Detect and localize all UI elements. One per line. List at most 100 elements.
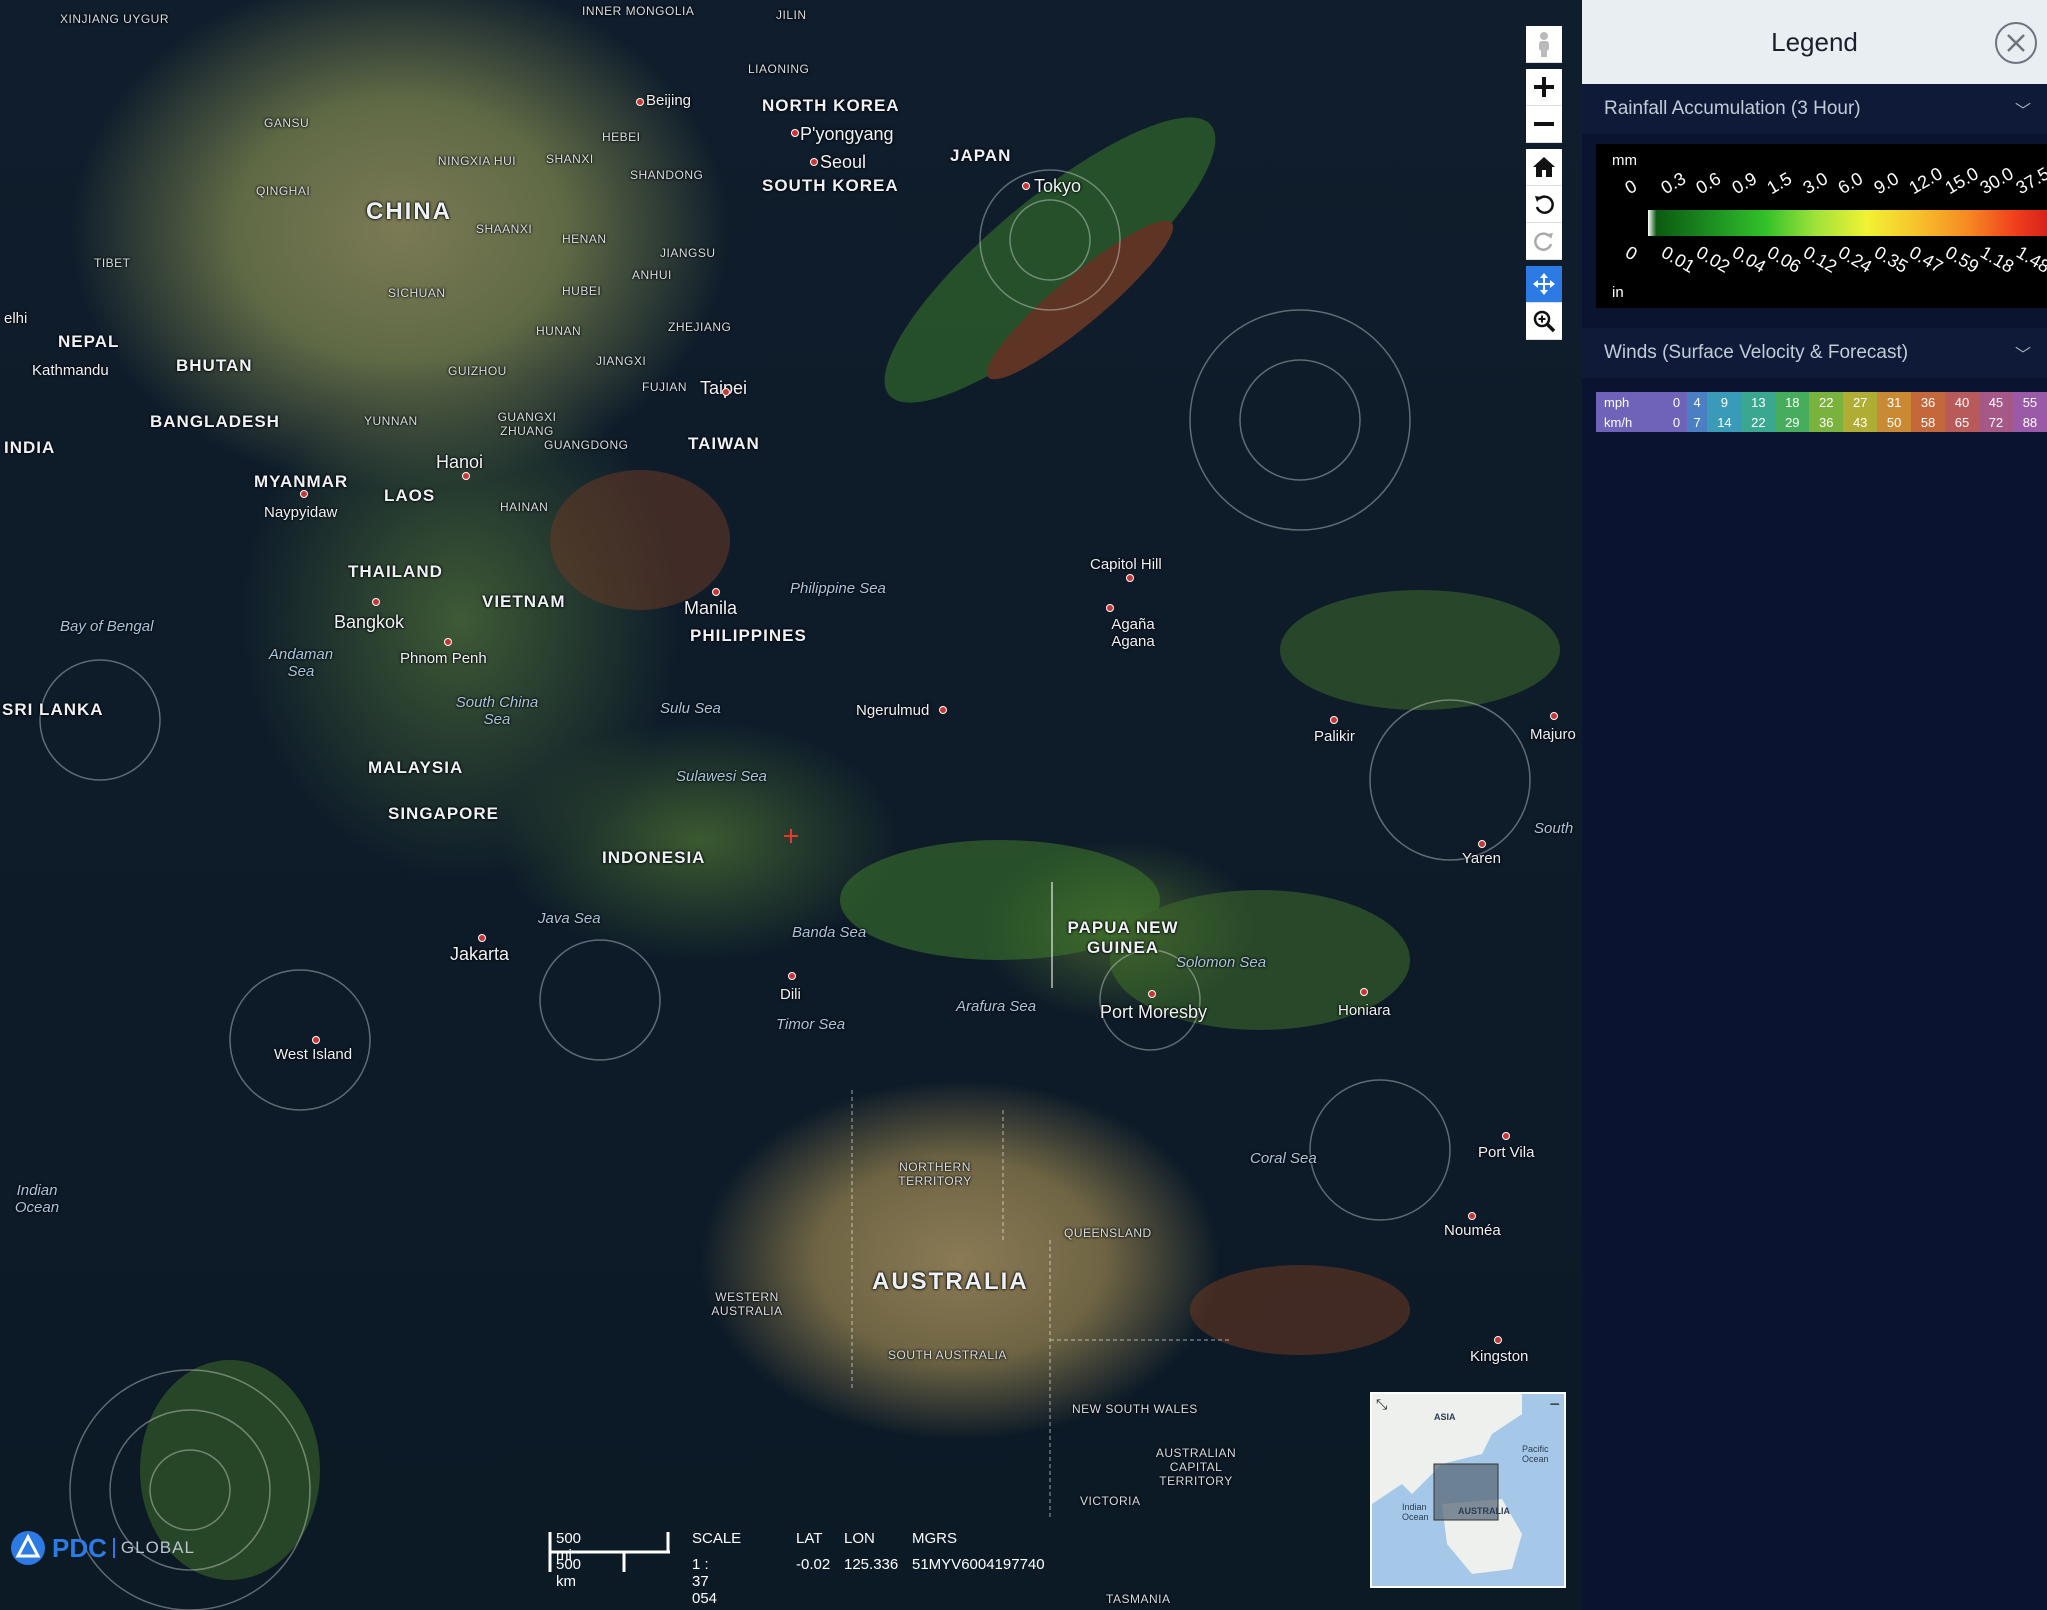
zoom-in-button[interactable] xyxy=(1526,69,1562,106)
countries-label-philippines: PHILIPPINES xyxy=(690,626,807,645)
brand-sub: GLOBAL xyxy=(112,1538,195,1558)
zoom-box-button[interactable] xyxy=(1526,303,1562,340)
crosshair-icon xyxy=(784,829,798,843)
seas-label-sulawesi-sea: Sulawesi Sea xyxy=(676,768,767,785)
lon-label: LON xyxy=(844,1530,875,1547)
wind-legend-table: mph 0 4 9 13 18 22 27 31 36 40 45 55 km/h 0 7 14 22 29 36 4… xyxy=(1596,392,2047,432)
wind-mph-label: mph xyxy=(1596,392,1667,412)
overview-minimap[interactable]: ASIA Pacific Ocean Indian Ocean AUSTRALI… xyxy=(1370,1392,1566,1588)
regions-label-guangxi: GUANGXI ZHUANG xyxy=(497,410,557,438)
minimap-land xyxy=(1372,1394,1522,1574)
city-marker-seoul[interactable] xyxy=(810,158,818,166)
city-marker-hanoi[interactable] xyxy=(462,472,470,480)
countries-label-taiwan: TAIWAN xyxy=(688,434,760,453)
regions-label-liaoning: LIAONING xyxy=(748,62,810,76)
city-marker-manila[interactable] xyxy=(712,588,720,596)
regions-label-fujian: FUJIAN xyxy=(642,380,687,394)
rain-tick-mm: 6.0 xyxy=(1834,168,1867,199)
countries-label-singapore: SINGAPORE xyxy=(388,804,500,823)
city-marker-bangkok[interactable] xyxy=(372,598,380,606)
zoom-in-icon xyxy=(1534,77,1554,97)
city-marker-jakarta[interactable] xyxy=(478,934,486,942)
cities-label-hanoi: Hanoi xyxy=(436,452,484,472)
city-marker-honiara[interactable] xyxy=(1360,988,1368,996)
brand-name: PDC xyxy=(52,1532,107,1563)
cities-label-noumea: Nouméa xyxy=(1444,1222,1501,1239)
countries-label-laos: LAOS xyxy=(384,486,436,505)
map-view[interactable]: CHINA NORTH KOREA SOUTH KOREA JAPAN TAIWAN NE… xyxy=(0,0,1582,1610)
wind-section-header[interactable]: Winds (Surface Velocity & Forecast) ﹀ xyxy=(1582,328,2047,378)
regions-label-gansu: GANSU xyxy=(264,116,310,130)
wind-cell-kmh: 72 xyxy=(1978,412,2013,432)
wind-cell-kmh: 88 xyxy=(2012,412,2047,432)
city-marker-capitol-hill[interactable] xyxy=(1126,574,1134,582)
city-marker-kingston[interactable] xyxy=(1494,1336,1502,1344)
city-marker-beijing[interactable] xyxy=(636,98,644,106)
countries-label-japan: JAPAN xyxy=(950,146,1012,165)
rotate-right-icon xyxy=(1534,232,1553,251)
regions-label-western-australia: WESTERN AUSTRALIA xyxy=(711,1290,783,1318)
cities-label-palikir: Palikir xyxy=(1314,728,1355,745)
seas-label-andaman-sea: Andaman Sea xyxy=(268,646,334,680)
wind-cell-kmh: 22 xyxy=(1741,412,1776,432)
regions-label-hunan: HUNAN xyxy=(536,324,582,338)
seas-label-south: South xyxy=(1534,820,1574,837)
cities-label-jakarta: Jakarta xyxy=(450,944,510,964)
close-legend-button[interactable] xyxy=(1995,22,2037,64)
city-marker-phnom-penh[interactable] xyxy=(444,638,452,646)
countries-label-china: CHINA xyxy=(366,198,452,225)
wind-cell-mph: 36 xyxy=(1911,392,1946,412)
city-marker-pyongyang[interactable] xyxy=(791,129,799,137)
city-marker-tokyo[interactable] xyxy=(1022,182,1030,190)
legend-header: Legend xyxy=(1582,0,2047,84)
regions-label-yunnan: YUNNAN xyxy=(364,414,418,428)
pan-icon xyxy=(1533,273,1555,295)
wind-cell-mph: 13 xyxy=(1741,392,1776,412)
city-marker-port-vila[interactable] xyxy=(1502,1132,1510,1140)
regions-label-henan: HENAN xyxy=(562,232,607,246)
scale-km: 500 km xyxy=(556,1556,582,1590)
expand-icon[interactable]: ⤡ xyxy=(1376,1396,1387,1413)
rotate-left-button[interactable] xyxy=(1526,186,1562,223)
minimize-icon[interactable]: − xyxy=(1549,1394,1560,1415)
regions-label-shandong: SHANDONG xyxy=(630,168,704,182)
city-marker-ngerulmud[interactable] xyxy=(939,706,947,714)
rotate-right-button[interactable] xyxy=(1526,223,1562,260)
city-marker-yaren[interactable] xyxy=(1478,840,1486,848)
city-marker-noumea[interactable] xyxy=(1468,1212,1476,1220)
rain-legend: mm in 0 0.3 0.6 0.9 1.5 3.0 6.0 9.0 12.0 15.0 30.0… xyxy=(1596,144,2047,308)
rain-tick-mm: 12.0 xyxy=(1905,163,1946,199)
city-marker-west-island[interactable] xyxy=(312,1036,320,1044)
rain-unit-in: in xyxy=(1612,284,1624,301)
city-marker-taipei[interactable] xyxy=(722,388,730,396)
chevron-down-icon[interactable]: ﹀ xyxy=(2015,97,2031,121)
city-marker-naypyidaw[interactable] xyxy=(300,490,308,498)
city-marker-agana[interactable] xyxy=(1106,604,1114,612)
regions-label-guangdong: GUANGDONG xyxy=(544,438,629,452)
regions-label-jiangsu: JIANGSU xyxy=(660,246,716,260)
rain-tick-mm: 9.0 xyxy=(1870,168,1902,199)
pan-button[interactable] xyxy=(1526,266,1562,303)
zoom-box-icon xyxy=(1533,310,1556,333)
wind-cell-kmh: 7 xyxy=(1686,412,1708,432)
city-marker-majuro[interactable] xyxy=(1550,712,1558,720)
city-marker-palikir[interactable] xyxy=(1330,716,1338,724)
seas-label-arafura-sea: Arafura Sea xyxy=(956,998,1037,1015)
city-marker-port-moresby[interactable] xyxy=(1148,990,1156,998)
pdc-logo-icon xyxy=(11,1531,45,1565)
rain-tick-mm: 0.6 xyxy=(1692,168,1725,199)
cities-label-beijing: Beijing xyxy=(646,92,692,109)
zoom-out-button[interactable] xyxy=(1526,106,1562,143)
seas-label-java-sea: Java Sea xyxy=(538,910,601,927)
chevron-down-icon[interactable]: ﹀ xyxy=(2015,341,2031,365)
rain-section-header[interactable]: Rainfall Accumulation (3 Hour) ﹀ xyxy=(1582,84,2047,134)
wind-cell-mph: 31 xyxy=(1877,392,1912,412)
city-marker-dili[interactable] xyxy=(788,972,796,980)
rain-tick-in: 1.48 xyxy=(2012,242,2047,277)
cities-label-kathmandu: Kathmandu xyxy=(32,362,109,379)
home-button[interactable] xyxy=(1526,149,1562,186)
wind-cell-mph: 45 xyxy=(1978,392,2013,412)
regions-label-tibet: TIBET xyxy=(94,256,131,270)
seas-label-coral-sea: Coral Sea xyxy=(1250,1150,1317,1167)
street-view-button[interactable] xyxy=(1526,26,1562,63)
